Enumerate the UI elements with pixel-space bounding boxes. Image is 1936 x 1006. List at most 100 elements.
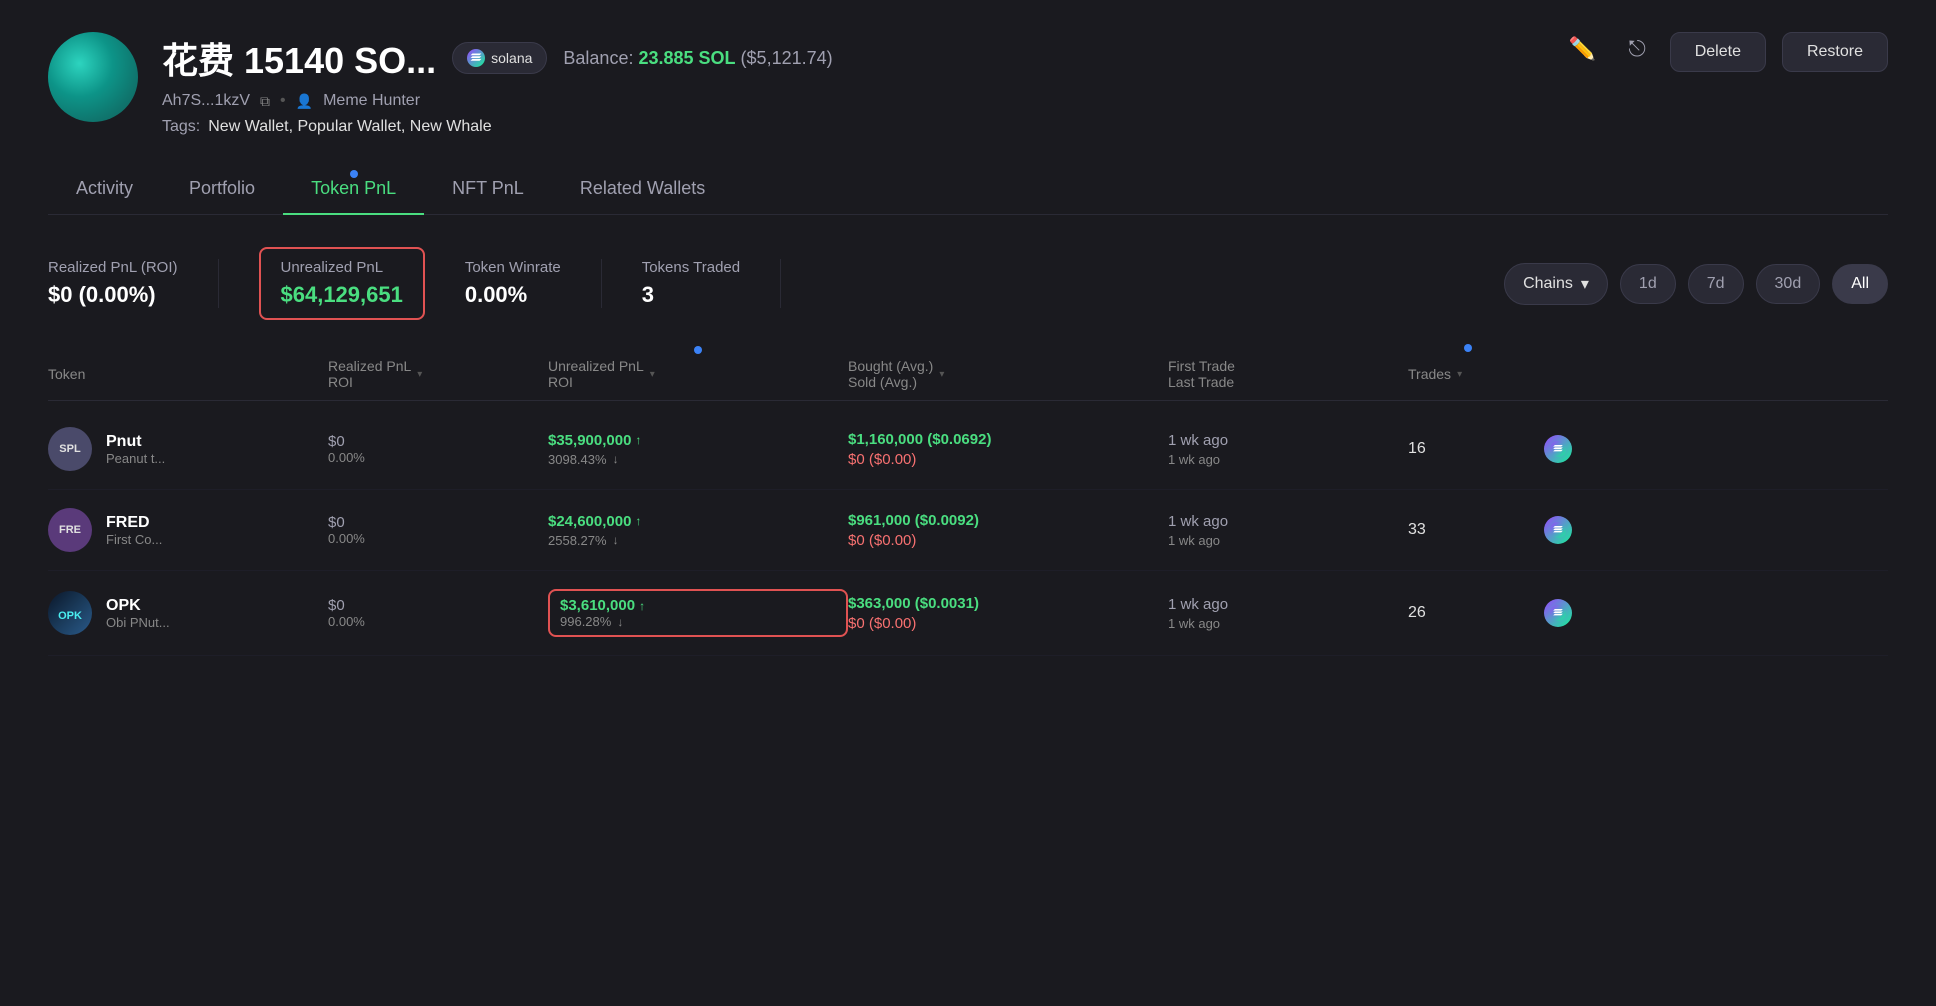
first-trade-opk: 1 wk ago 1 wk ago <box>1168 596 1408 631</box>
time-btn-30d[interactable]: 30d <box>1756 264 1821 304</box>
solana-chain-icon-fred <box>1544 516 1572 544</box>
chains-dropdown[interactable]: Chains ▾ <box>1504 263 1608 305</box>
th-trades[interactable]: Trades ▾ <box>1408 358 1528 390</box>
th-bought[interactable]: Bought (Avg.) Sold (Avg.) ▾ <box>848 358 1168 390</box>
token-cell-fred: FRE FRED First Co... <box>48 508 328 552</box>
chain-label: solana <box>491 50 532 66</box>
th-first-trade: First Trade Last Trade <box>1168 358 1408 390</box>
token-sub-opk: Obi PNut... <box>106 615 170 630</box>
wallet-category: Meme Hunter <box>323 92 420 110</box>
tab-activity[interactable]: Activity <box>48 164 161 215</box>
restore-button[interactable]: Restore <box>1782 32 1888 72</box>
sort-icon-trades: ▾ <box>1457 369 1462 380</box>
token-name-opk: OPK <box>106 597 170 615</box>
edit-button[interactable]: ✏️ <box>1561 32 1604 66</box>
copy-icon[interactable]: ⧉ <box>260 93 270 110</box>
token-avatar-pnut: SPL <box>48 427 92 471</box>
header-actions: ✏️ ⎋ Delete Restore <box>1561 32 1888 72</box>
token-info-fred: FRED First Co... <box>106 514 162 547</box>
stats-row: Realized PnL (ROI) $0 (0.00%) Unrealized… <box>48 247 1888 320</box>
wallet-title-row: 花费 15140 SO... <box>162 32 1537 84</box>
unrealized-pnl-stat: Unrealized PnL $64,129,651 <box>259 247 425 320</box>
time-btn-7d[interactable]: 7d <box>1688 264 1744 304</box>
chain-icon-fred <box>1528 516 1588 544</box>
token-info-pnut: Pnut Peanut t... <box>106 433 165 466</box>
realized-pnl-pnut: $0 0.00% <box>328 433 548 465</box>
sort-icon-bought: ▾ <box>939 369 944 380</box>
balance-usd: ($5,121.74) <box>741 48 833 68</box>
wallet-avatar <box>48 32 138 122</box>
tab-nft-pnl[interactable]: NFT PnL <box>424 164 552 215</box>
chains-label: Chains <box>1523 275 1573 293</box>
opk-highlight-box: $3,610,000 ↑ 996.28% ↓ <box>548 589 848 637</box>
realized-pnl-label: Realized PnL (ROI) <box>48 259 178 276</box>
first-trade-pnut: 1 wk ago 1 wk ago <box>1168 432 1408 467</box>
realized-pnl-opk: $0 0.00% <box>328 597 548 629</box>
time-btn-all[interactable]: All <box>1832 264 1888 304</box>
token-winrate-label: Token Winrate <box>465 259 561 276</box>
table-header: Token Realized PnL ROI ▾ Unrealized PnL … <box>48 348 1888 401</box>
wallet-title: 花费 15140 SO... <box>162 32 436 84</box>
chain-badge[interactable]: solana <box>452 42 547 74</box>
tokens-traded-stat: Tokens Traded 3 <box>642 259 781 308</box>
token-name-fred: FRED <box>106 514 162 532</box>
tab-token-pnl[interactable]: Token PnL <box>283 164 424 215</box>
token-avatar-fred: FRE <box>48 508 92 552</box>
wallet-address: Ah7S...1kzV <box>162 92 250 110</box>
tokens-traded-value: 3 <box>642 282 740 308</box>
realized-pnl-fred: $0 0.00% <box>328 514 548 546</box>
bought-cell-fred: $961,000 ($0.0092) $0 ($0.00) <box>848 512 1168 549</box>
table-row: FRE FRED First Co... $0 0.00% $24,600,00… <box>48 490 1888 571</box>
trades-fred: 33 <box>1408 521 1528 539</box>
table-row: SPL Pnut Peanut t... $0 0.00% $35,900,00… <box>48 409 1888 490</box>
th-chain <box>1528 358 1588 390</box>
first-trade-fred: 1 wk ago 1 wk ago <box>1168 513 1408 548</box>
chains-chevron: ▾ <box>1581 274 1589 294</box>
time-btn-1d[interactable]: 1d <box>1620 264 1676 304</box>
tab-related-wallets[interactable]: Related Wallets <box>552 164 733 215</box>
solana-icon <box>467 49 485 67</box>
token-info-opk: OPK Obi PNut... <box>106 597 170 630</box>
unrealized-blue-dot <box>694 346 702 354</box>
th-token: Token <box>48 358 328 390</box>
chain-icon-pnut <box>1528 435 1588 463</box>
tab-portfolio[interactable]: Portfolio <box>161 164 283 215</box>
realized-pnl-stat: Realized PnL (ROI) $0 (0.00%) <box>48 259 219 308</box>
unrealized-pnl-value: $64,129,651 <box>281 282 403 308</box>
th-unrealized-pnl[interactable]: Unrealized PnL ROI ▾ <box>548 358 848 390</box>
trades-opk: 26 <box>1408 604 1528 622</box>
chain-icon-opk <box>1528 599 1588 627</box>
token-cell-pnut: SPL Pnut Peanut t... <box>48 427 328 471</box>
delete-button[interactable]: Delete <box>1670 32 1766 72</box>
filters-right: Chains ▾ 1d 7d 30d All <box>1504 263 1888 305</box>
share-button[interactable]: ⎋ <box>1620 32 1653 66</box>
dot-separator: • <box>280 92 286 110</box>
token-winrate-stat: Token Winrate 0.00% <box>465 259 602 308</box>
token-avatar-opk: OPK <box>48 591 92 635</box>
bought-cell-opk: $363,000 ($0.0031) $0 ($0.00) <box>848 595 1168 632</box>
token-sub-pnut: Peanut t... <box>106 451 165 466</box>
token-winrate-value: 0.00% <box>465 282 561 308</box>
trades-pnut: 16 <box>1408 440 1528 458</box>
balance-text: Balance: 23.885 SOL ($5,121.74) <box>563 48 832 69</box>
unrealized-pnl-pnut: $35,900,000 ↑ 3098.43% ↓ <box>548 432 848 467</box>
sort-icon-realized: ▾ <box>417 369 422 380</box>
unrealized-pnl-label: Unrealized PnL <box>281 259 403 276</box>
th-realized-pnl[interactable]: Realized PnL ROI ▾ <box>328 358 548 390</box>
tags-value: New Wallet, Popular Wallet, New Whale <box>208 118 491 136</box>
solana-chain-icon <box>1544 435 1572 463</box>
tab-dot <box>350 170 358 178</box>
svg-text:OPK: OPK <box>58 610 82 622</box>
token-name-pnut: Pnut <box>106 433 165 451</box>
balance-sol: 23.885 SOL <box>638 48 735 68</box>
table-container: Token Realized PnL ROI ▾ Unrealized PnL … <box>48 348 1888 656</box>
wallet-info: 花费 15140 SO... <box>162 32 1537 136</box>
person-icon: 👤 <box>296 93 313 110</box>
trades-blue-dot <box>1464 344 1472 352</box>
bought-cell-pnut: $1,160,000 ($0.0692) $0 ($0.00) <box>848 431 1168 468</box>
token-cell-opk: OPK OPK Obi PNut... <box>48 591 328 635</box>
unrealized-pnl-opk: $3,610,000 ↑ 996.28% ↓ <box>548 589 848 637</box>
token-sub-fred: First Co... <box>106 532 162 547</box>
tabs-container: Activity Portfolio Token PnL NFT PnL Rel… <box>48 164 1888 215</box>
wallet-address-row: Ah7S...1kzV ⧉ • 👤 Meme Hunter <box>162 92 1537 110</box>
